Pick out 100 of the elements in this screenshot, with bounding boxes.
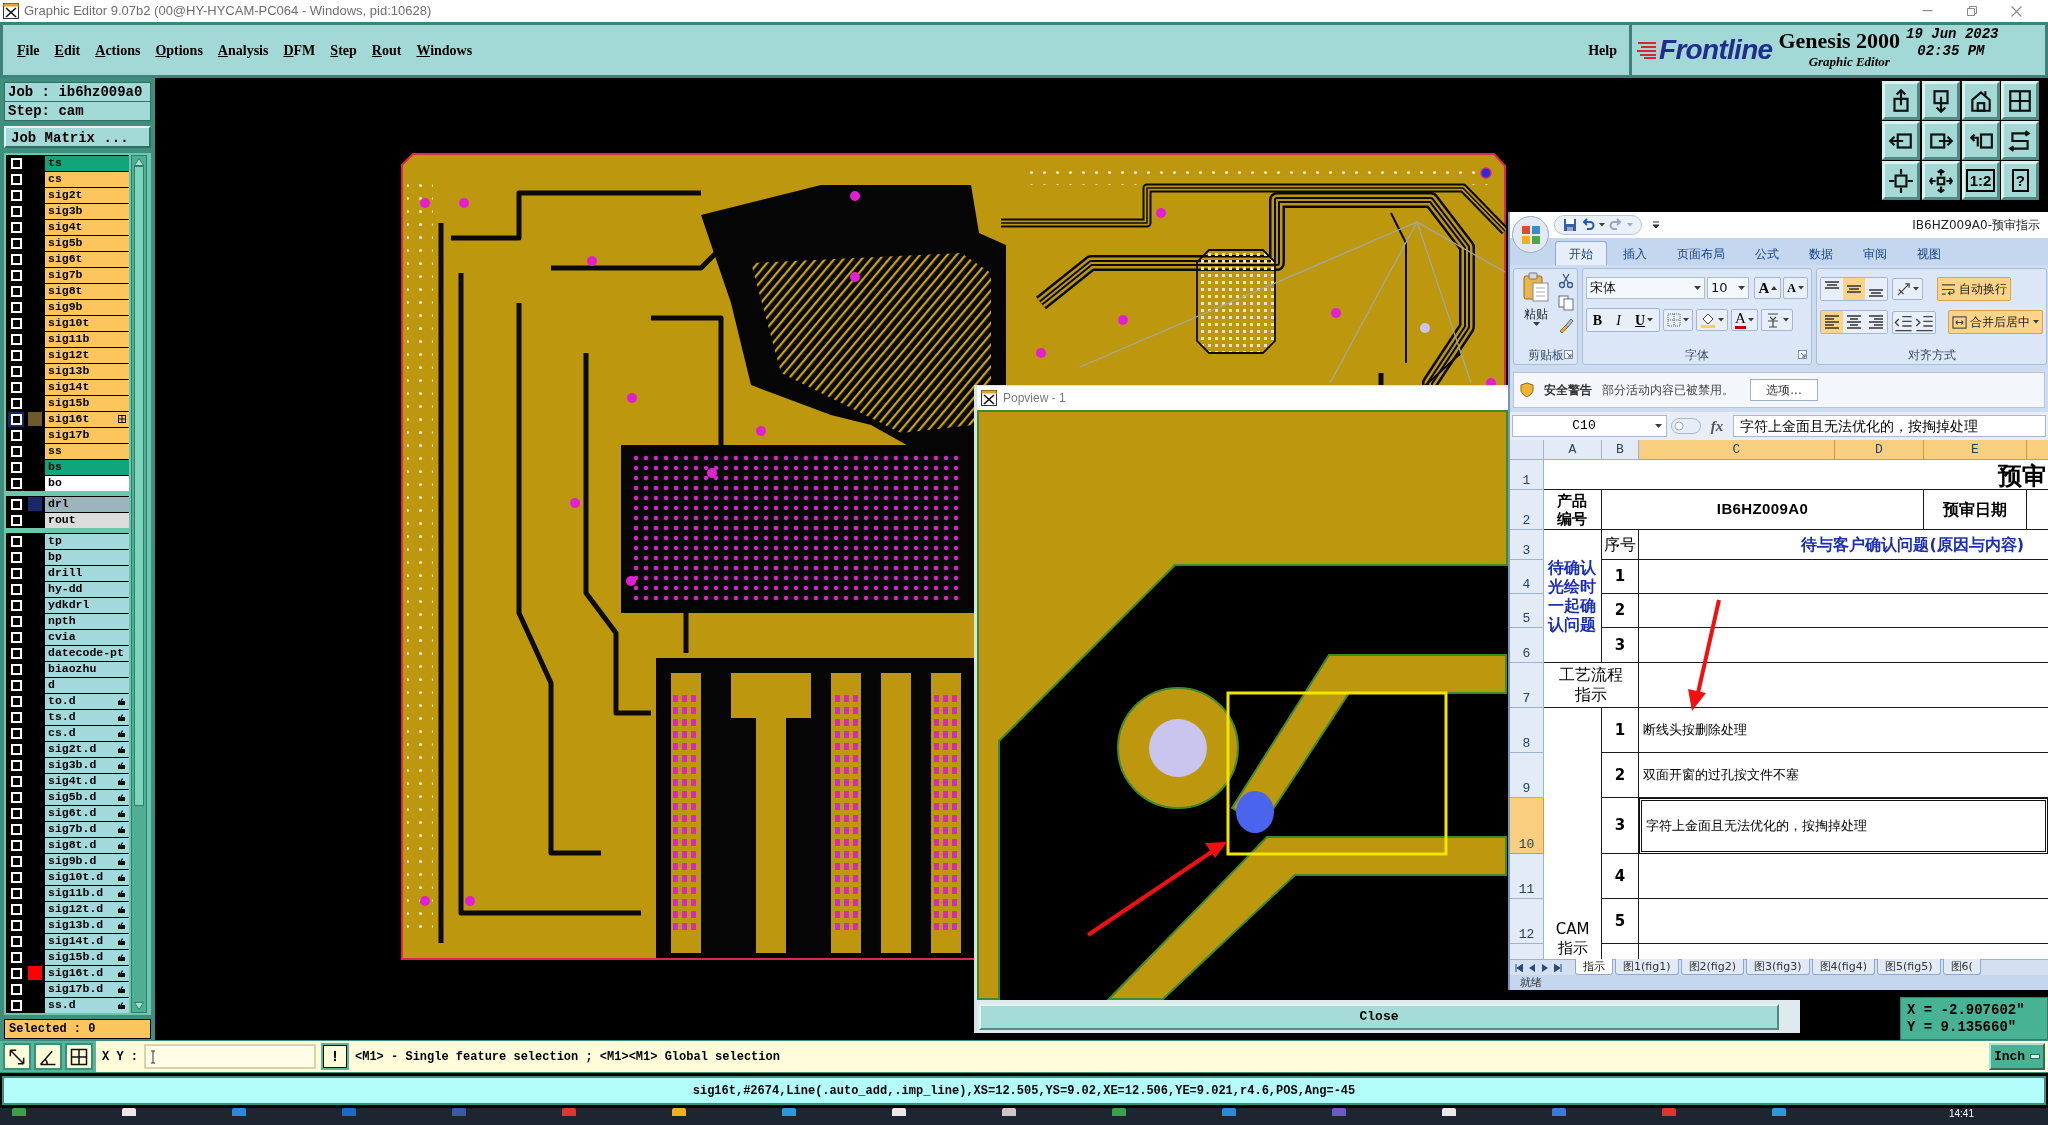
ribbon-tab[interactable]: 数据 <box>1795 241 1847 265</box>
layer-toggle-box[interactable] <box>8 251 24 267</box>
layer-toggle-box[interactable] <box>8 395 24 411</box>
layer-toggle-box[interactable] <box>8 475 24 491</box>
row-header[interactable]: 1 <box>1510 460 1544 490</box>
layer-item[interactable]: biaozhu <box>45 661 129 677</box>
caret-icon[interactable] <box>1599 223 1605 227</box>
layer-item[interactable]: ts.d <box>45 709 129 725</box>
layer-item[interactable]: bs <box>45 459 129 475</box>
layer-toggle-box[interactable] <box>8 693 24 709</box>
expand-handle-icon[interactable] <box>1671 418 1701 434</box>
caret-icon[interactable] <box>1782 318 1789 322</box>
layer-item[interactable]: ss.d <box>45 997 129 1013</box>
layer-item[interactable]: sig4t <box>45 219 129 235</box>
layer-toggle-box[interactable] <box>8 533 24 549</box>
row-header[interactable]: 12 <box>1510 899 1544 944</box>
menu-item[interactable]: Actions <box>95 39 141 61</box>
layer-toggle-box[interactable] <box>8 459 24 475</box>
alignment-button[interactable] <box>1843 278 1865 300</box>
menu-item[interactable]: DFM <box>283 39 316 61</box>
job-matrix-button[interactable]: Job Matrix ... <box>4 126 151 148</box>
menu-item[interactable]: Rout <box>371 39 402 61</box>
layer-toggle-box[interactable] <box>8 629 24 645</box>
layer-toggle-box[interactable] <box>8 219 24 235</box>
view-tool-button[interactable] <box>1921 81 1960 120</box>
layer-toggle-box[interactable] <box>8 965 24 981</box>
layer-item[interactable]: sig17b.d <box>45 981 129 997</box>
grow-font-button[interactable]: A <box>1754 277 1782 299</box>
font-name-field[interactable]: 宋体 <box>1586 277 1706 299</box>
scrollbar[interactable] <box>131 155 147 1013</box>
sheet-tab[interactable]: 图4(fig4) <box>1811 959 1875 975</box>
layer-item[interactable]: sig3b.d <box>45 757 129 773</box>
layer-toggle-box[interactable] <box>8 203 24 219</box>
undo-icon[interactable] <box>1581 218 1595 232</box>
view-tool-button[interactable] <box>1921 121 1960 160</box>
layer-toggle-box[interactable] <box>8 283 24 299</box>
dialog-launcher-icon[interactable] <box>1564 350 1573 359</box>
sheet-tab[interactable]: 图6( <box>1942 959 1981 975</box>
layer-toggle-box[interactable] <box>8 757 24 773</box>
layer-toggle-box[interactable] <box>8 917 24 933</box>
layer-toggle-box[interactable] <box>8 821 24 837</box>
caret-icon[interactable] <box>1655 424 1662 428</box>
layer-item[interactable]: sig14t <box>45 379 129 395</box>
sheet-tab[interactable]: 指示 <box>1575 959 1613 975</box>
row-header[interactable]: 3 <box>1510 530 1544 560</box>
layer-item[interactable]: cs.d <box>45 725 129 741</box>
layer-item[interactable]: sig17b <box>45 427 129 443</box>
formula-field[interactable]: 字符上金面且无法优化的，按掏掉处理 <box>1733 415 2046 437</box>
caret-icon[interactable] <box>1647 318 1654 322</box>
column-header[interactable]: B <box>1602 440 1639 460</box>
layer-toggle-box[interactable] <box>8 267 24 283</box>
layer-toggle-box[interactable] <box>8 645 24 661</box>
caret-icon[interactable] <box>1532 322 1540 326</box>
layer-item[interactable]: sig15b <box>45 395 129 411</box>
sheet-tab[interactable]: 图3(fig3) <box>1746 959 1810 975</box>
layer-toggle-box[interactable] <box>8 709 24 725</box>
fill-color-button[interactable] <box>1696 309 1728 331</box>
sheet-tab[interactable]: 图2(fig2) <box>1680 959 1744 975</box>
row-header[interactable]: 11 <box>1510 854 1544 899</box>
layer-item[interactable]: sig14t.d <box>45 933 129 949</box>
close-icon[interactable] <box>2011 5 2022 17</box>
layer-item[interactable]: d <box>45 677 129 693</box>
layer-toggle-box[interactable] <box>8 347 24 363</box>
menu-item[interactable]: Step <box>330 39 357 61</box>
layer-item[interactable]: tp <box>45 533 129 549</box>
layer-item[interactable]: ss <box>45 443 129 459</box>
orientation-button[interactable] <box>1892 278 1923 300</box>
layer-item[interactable]: sig2t.d <box>45 741 129 757</box>
paste-button[interactable]: 粘贴 <box>1517 269 1555 346</box>
caret-icon[interactable] <box>1747 318 1754 322</box>
layer-item[interactable]: sig5b <box>45 235 129 251</box>
layer-toggle-box[interactable] <box>8 853 24 869</box>
layer-toggle-box[interactable] <box>8 741 24 757</box>
layer-toggle-box[interactable] <box>8 661 24 677</box>
units-button[interactable]: Inch <box>1989 1043 2045 1070</box>
menu-item[interactable]: Analysis <box>217 39 269 61</box>
close-button[interactable]: Close <box>979 1003 1779 1030</box>
layer-toggle-box[interactable] <box>8 427 24 443</box>
view-tool-button[interactable] <box>1921 161 1960 200</box>
ribbon-tab[interactable]: 公式 <box>1741 241 1793 265</box>
layer-toggle-box[interactable] <box>8 565 24 581</box>
layer-toggle-box[interactable] <box>8 171 24 187</box>
layer-toggle-box[interactable] <box>8 315 24 331</box>
layer-toggle-box[interactable] <box>8 869 24 885</box>
layer-item[interactable]: npth <box>45 613 129 629</box>
layer-item[interactable]: drill <box>45 565 129 581</box>
menu-item[interactable]: File <box>17 39 40 61</box>
layer-toggle-box[interactable] <box>8 512 24 528</box>
caret-icon[interactable] <box>1694 286 1702 290</box>
layer-toggle-box[interactable] <box>8 789 24 805</box>
scroll-up-arrow-icon[interactable] <box>134 158 144 166</box>
layer-toggle-box[interactable] <box>8 933 24 949</box>
view-tool-button[interactable]: ? <box>2001 161 2040 200</box>
options-button[interactable]: 选项... <box>1750 379 1818 401</box>
view-tool-button[interactable] <box>2001 81 2040 120</box>
command-tool-button[interactable] <box>65 1043 93 1070</box>
brush-icon[interactable] <box>1558 317 1574 333</box>
layer-item[interactable]: drl <box>45 496 129 512</box>
row-header[interactable]: 5 <box>1510 594 1544 628</box>
command-tool-button[interactable] <box>3 1043 31 1070</box>
